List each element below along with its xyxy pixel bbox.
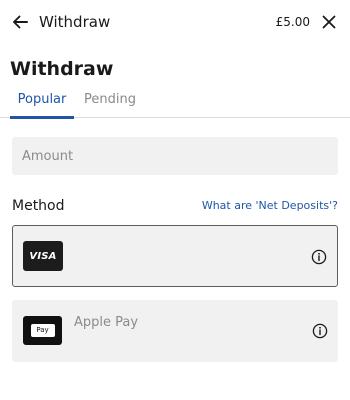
visa-logo: VISA — [23, 241, 63, 271]
info-icon — [312, 323, 328, 339]
page-title: Withdraw — [10, 58, 114, 80]
payment-method-apple-pay[interactable]: Pay Apple Pay — [12, 300, 338, 362]
info-icon — [311, 249, 327, 265]
top-bar: Withdraw £5.00 — [0, 0, 350, 44]
tab-popular[interactable]: Popular — [10, 92, 74, 119]
visa-logo-text: VISA — [29, 250, 57, 262]
apple-pay-logo: Pay — [23, 316, 62, 345]
topbar-title: Withdraw — [39, 13, 111, 31]
balance-amount: £5.00 — [275, 15, 310, 29]
arrow-left-icon — [13, 15, 28, 29]
tab-pending[interactable]: Pending — [84, 92, 136, 118]
apple-pay-label: Apple Pay — [74, 315, 139, 330]
amount-input[interactable] — [12, 137, 338, 175]
close-icon — [322, 15, 336, 29]
apple-pay-badge: Pay — [30, 324, 55, 337]
close-button[interactable] — [320, 13, 338, 31]
back-button[interactable] — [10, 12, 30, 32]
method-label: Method — [12, 198, 65, 214]
tab-bar: Popular Pending — [0, 88, 350, 119]
net-deposits-link[interactable]: What are 'Net Deposits'? — [202, 198, 338, 214]
apple-pay-info-button[interactable] — [312, 323, 328, 339]
payment-method-visa[interactable]: VISA — [12, 225, 338, 287]
visa-info-button[interactable] — [311, 249, 327, 265]
apple-pay-badge-text: Pay — [36, 326, 49, 334]
